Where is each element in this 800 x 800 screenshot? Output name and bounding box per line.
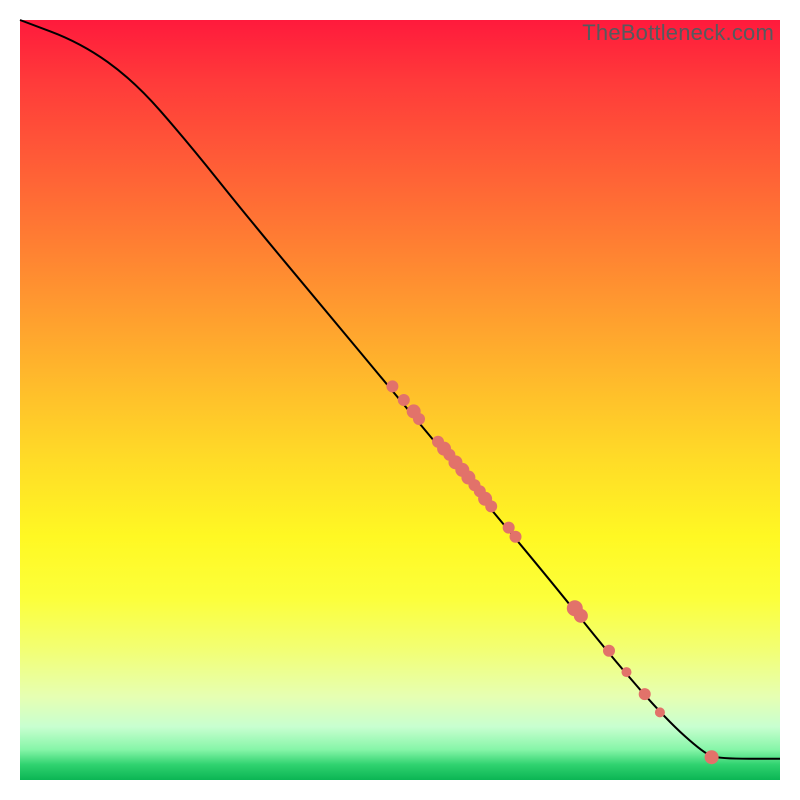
chart-canvas: TheBottleneck.com [0,0,800,800]
series-markers [386,380,718,764]
data-point [574,609,588,623]
data-point [621,667,631,677]
data-point [639,688,651,700]
data-point [655,707,665,717]
data-point [603,645,615,657]
plot-area: TheBottleneck.com [20,20,780,780]
chart-svg [20,20,780,780]
data-point [413,413,425,425]
data-point [386,380,398,392]
data-point [485,500,497,512]
series-curve [20,20,780,759]
data-point [510,531,522,543]
data-point [398,394,410,406]
data-point [705,750,719,764]
